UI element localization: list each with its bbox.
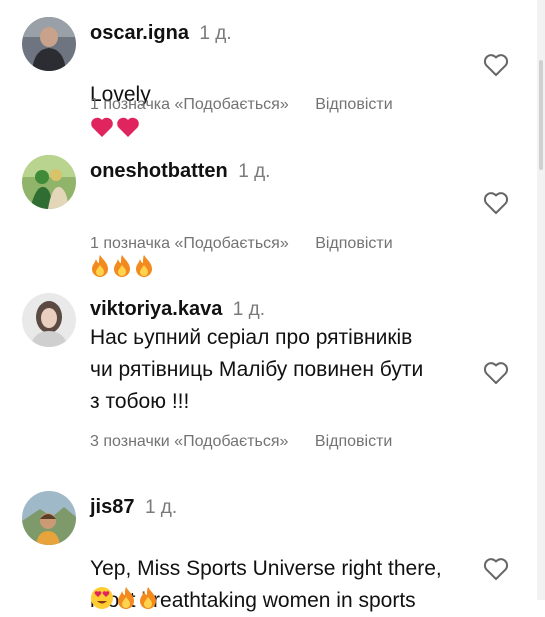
likes-count-link[interactable]: 3 позначки «Подобається»: [90, 433, 288, 450]
timestamp: 1 д.: [144, 497, 178, 518]
fire-emoji: [140, 587, 156, 609]
username[interactable]: viktoriya.kava: [90, 298, 222, 320]
timestamp: 1 д.: [238, 161, 271, 182]
reply-button[interactable]: Відповісти: [315, 96, 392, 113]
comment-header: jis87 1 д.: [90, 496, 177, 519]
like-heart-icon[interactable]: [483, 191, 509, 215]
likes-count-link[interactable]: 1 позначка «Подобається»: [90, 96, 289, 113]
timestamp: 1 д.: [232, 299, 265, 320]
like-heart-icon[interactable]: [483, 53, 509, 77]
comment-actions: 1 позначка «Подобається» Відповісти: [90, 96, 393, 114]
scrollbar[interactable]: [537, 0, 545, 600]
fire-emoji: [136, 255, 152, 278]
reply-button[interactable]: Відповісти: [315, 235, 392, 252]
comment-actions: 3 позначки «Подобається» Відповісти: [90, 433, 392, 451]
avatar[interactable]: [22, 17, 76, 71]
comment-text: [90, 186, 485, 282]
fire-emoji: [114, 255, 130, 278]
username[interactable]: jis87: [90, 496, 134, 518]
comment-header: oscar.igna 1 д.: [90, 22, 232, 45]
likes-count-link[interactable]: 1 позначка «Подобається»: [90, 235, 289, 252]
fire-emoji: [118, 587, 134, 609]
fire-emoji: [92, 255, 108, 278]
like-heart-icon[interactable]: [483, 557, 509, 581]
red-heart-emoji: [91, 118, 113, 138]
reply-button[interactable]: Відповісти: [315, 433, 392, 450]
scrollbar-thumb[interactable]: [539, 60, 543, 170]
timestamp: 1 д.: [199, 23, 232, 44]
comment-text: Нас ьупний серіал про рятівників чи ряті…: [90, 326, 424, 413]
comment-header: oneshotbatten 1 д.: [90, 160, 270, 183]
red-heart-emoji: [117, 118, 139, 138]
avatar[interactable]: [22, 293, 76, 347]
heart-eyes-emoji: [91, 587, 113, 609]
like-heart-icon[interactable]: [483, 361, 509, 385]
avatar[interactable]: [22, 155, 76, 209]
comment-header: viktoriya.kava 1 д.: [90, 298, 265, 321]
comment-emoji-row: [90, 586, 160, 610]
comment-actions: 1 позначка «Подобається» Відповісти: [90, 235, 393, 253]
username[interactable]: oneshotbatten: [90, 160, 228, 182]
comment-text: Lovely: [90, 47, 485, 143]
avatar[interactable]: [22, 491, 76, 545]
username[interactable]: oscar.igna: [90, 22, 189, 44]
